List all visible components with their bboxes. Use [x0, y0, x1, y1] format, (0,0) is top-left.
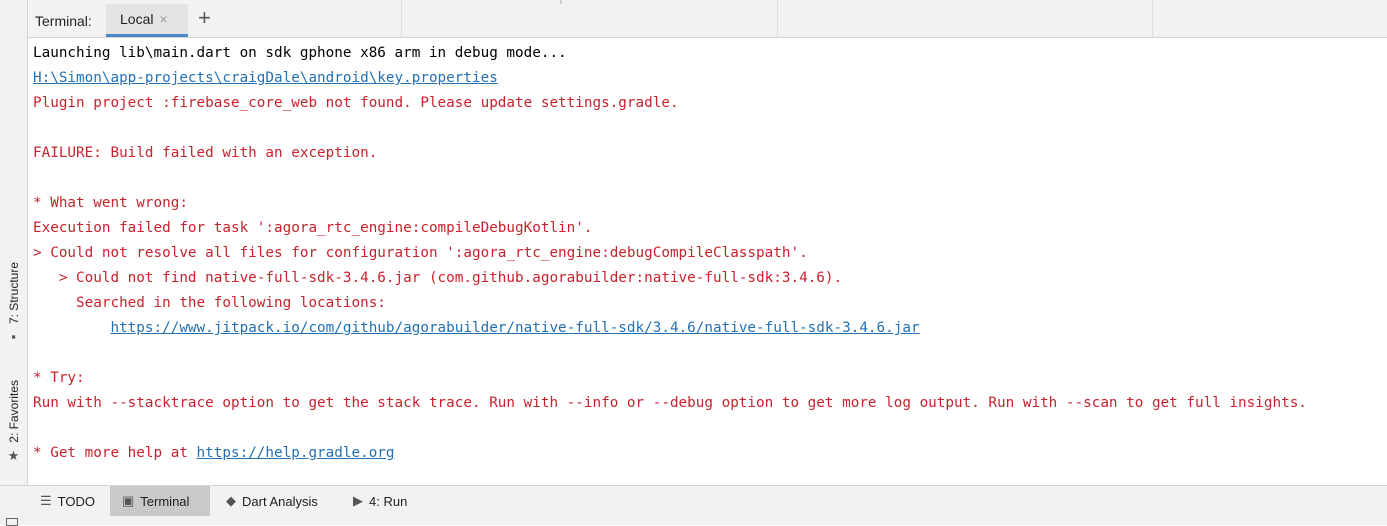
terminal-line: * Get more help at https://help.gradle.o…	[33, 441, 395, 466]
run-icon: ▶	[353, 493, 363, 508]
dart-analysis-icon: ◆	[226, 493, 236, 508]
terminal-link[interactable]: https://www.jitpack.io/com/github/agorab…	[110, 320, 919, 336]
terminal-text: Run with --stacktrace option to get the …	[33, 395, 1307, 411]
dart-analysis-label: Dart Analysis	[242, 493, 318, 509]
bottom-tool-bar: ☰ TODO ▣ Terminal ◆ Dart Analysis ▶ 4: R…	[0, 485, 1387, 516]
favorites-tab-label: 2: Favorites	[6, 380, 21, 443]
run-label: 4: Run	[369, 493, 408, 509]
star-icon: ★	[7, 447, 20, 463]
structure-tab-label: 7: Structure	[6, 262, 21, 325]
structure-icon: ▪	[11, 329, 16, 345]
terminal-text: * Try:	[33, 370, 85, 386]
terminal-text: * Get more help at	[33, 445, 197, 461]
terminal-line: H:\Simon\app-projects\craigDale\android\…	[33, 66, 498, 91]
terminal-line: https://www.jitpack.io/com/github/agorab…	[33, 316, 919, 341]
terminal-label: Terminal	[140, 493, 190, 509]
tab-local-label: Local	[120, 11, 154, 27]
terminal-icon: ▣	[122, 493, 135, 508]
terminal-line: > Could not find native-full-sdk-3.4.6.j…	[33, 266, 842, 291]
terminal-line: Run with --stacktrace option to get the …	[33, 391, 1307, 416]
terminal-line: Plugin project :firebase_core_web not fo…	[33, 91, 679, 116]
terminal-tool-button[interactable]: ▣ Terminal	[110, 486, 210, 516]
status-bar	[0, 516, 1387, 525]
terminal-link[interactable]: https://help.gradle.org	[197, 445, 395, 461]
run-tool-button[interactable]: ▶ 4: Run	[341, 486, 417, 516]
terminal-line: > Could not resolve all files for config…	[33, 241, 808, 266]
terminal-text: Searched in the following locations:	[33, 295, 386, 311]
terminal-line: Searched in the following locations:	[33, 291, 386, 316]
header-divider	[401, 0, 402, 37]
terminal-text: Launching lib\main.dart on sdk gphone x8…	[33, 45, 567, 61]
terminal-text: > Could not resolve all files for config…	[33, 245, 808, 261]
todo-label: TODO	[57, 493, 95, 509]
favorites-tool-tab[interactable]: 2: Favorites ★	[0, 380, 27, 462]
terminal-link[interactable]: H:\Simon\app-projects\craigDale\android\…	[33, 70, 498, 86]
terminal-text: > Could not find native-full-sdk-3.4.6.j…	[33, 270, 843, 286]
tab-local[interactable]: Local ×	[106, 4, 188, 37]
todo-tool-button[interactable]: ☰ TODO	[28, 486, 105, 516]
structure-tool-tab[interactable]: 7: Structure ▪	[0, 262, 27, 343]
list-icon: ☰	[40, 493, 52, 508]
terminal-line: Launching lib\main.dart on sdk gphone x8…	[33, 41, 567, 66]
dart-analysis-tool-button[interactable]: ◆ Dart Analysis	[214, 486, 328, 516]
header-divider	[1152, 0, 1153, 37]
terminal-line: * Try:	[33, 366, 85, 391]
header-divider	[777, 0, 778, 37]
terminal-text: * What went wrong:	[33, 195, 188, 211]
terminal-line: * What went wrong:	[33, 191, 188, 216]
terminal-text: Plugin project :firebase_core_web not fo…	[33, 95, 679, 111]
terminal-title: Terminal:	[35, 13, 92, 29]
terminal-line: FAILURE: Build failed with an exception.	[33, 141, 377, 166]
add-tab-button[interactable]: +	[198, 7, 211, 29]
terminal-header: Terminal: Local × +	[28, 0, 1387, 38]
left-tool-stripe: 7: Structure ▪ 2: Favorites ★	[0, 0, 28, 485]
close-icon[interactable]: ×	[159, 11, 167, 27]
terminal-output[interactable]: Launching lib\main.dart on sdk gphone x8…	[28, 38, 1387, 484]
terminal-text: FAILURE: Build failed with an exception.	[33, 145, 378, 161]
splitter-mark	[560, 0, 562, 4]
terminal-text: Execution failed for task ':agora_rtc_en…	[33, 220, 593, 236]
terminal-line: Execution failed for task ':agora_rtc_en…	[33, 216, 592, 241]
